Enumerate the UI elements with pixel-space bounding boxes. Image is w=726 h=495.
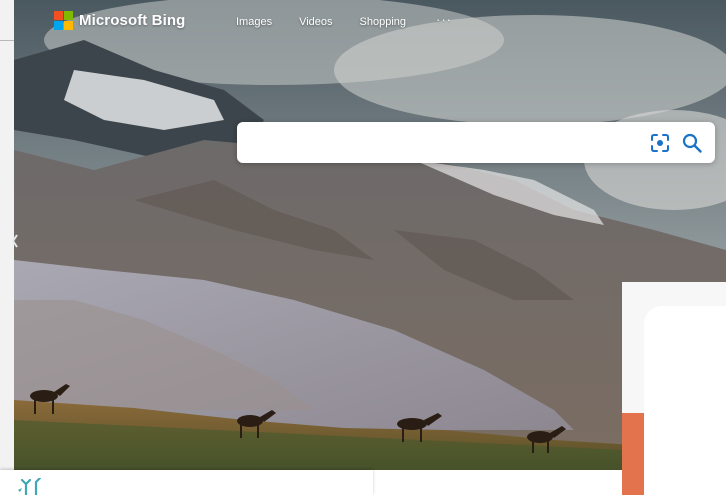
top-navigation: Microsoft Bing Images Videos Shopping ··…	[14, 0, 726, 42]
nav-images-link[interactable]: Images	[236, 16, 272, 28]
search-icon[interactable]	[681, 132, 703, 154]
brand-name: Microsoft Bing	[79, 12, 186, 29]
chevron-left-icon[interactable]	[11, 234, 19, 248]
logo-square-blue	[54, 21, 63, 30]
screen-root: Microsoft Bing Images Videos Shopping ··…	[0, 0, 726, 495]
logo-square-green	[64, 11, 73, 20]
microsoft-logo-icon	[54, 11, 73, 30]
nav-videos-link[interactable]: Videos	[299, 16, 332, 28]
logo-square-red	[54, 11, 63, 20]
logo-square-yellow	[64, 21, 73, 30]
left-window-divider	[0, 40, 14, 41]
more-menu-button[interactable]: ···	[436, 12, 452, 28]
background-image	[14, 0, 726, 470]
bing-logo[interactable]: Microsoft Bing	[54, 11, 185, 30]
overlay-window-accent-bar	[622, 413, 644, 495]
teal-sparkle-logo-icon	[18, 478, 42, 495]
visual-search-icon[interactable]	[649, 132, 671, 154]
nav-links: Images Videos Shopping ···	[236, 12, 452, 28]
search-box	[237, 122, 715, 163]
search-input[interactable]	[249, 130, 629, 155]
overlay-window-card	[644, 306, 726, 495]
landscape-illustration	[14, 0, 726, 470]
nav-shopping-link[interactable]: Shopping	[360, 16, 407, 28]
